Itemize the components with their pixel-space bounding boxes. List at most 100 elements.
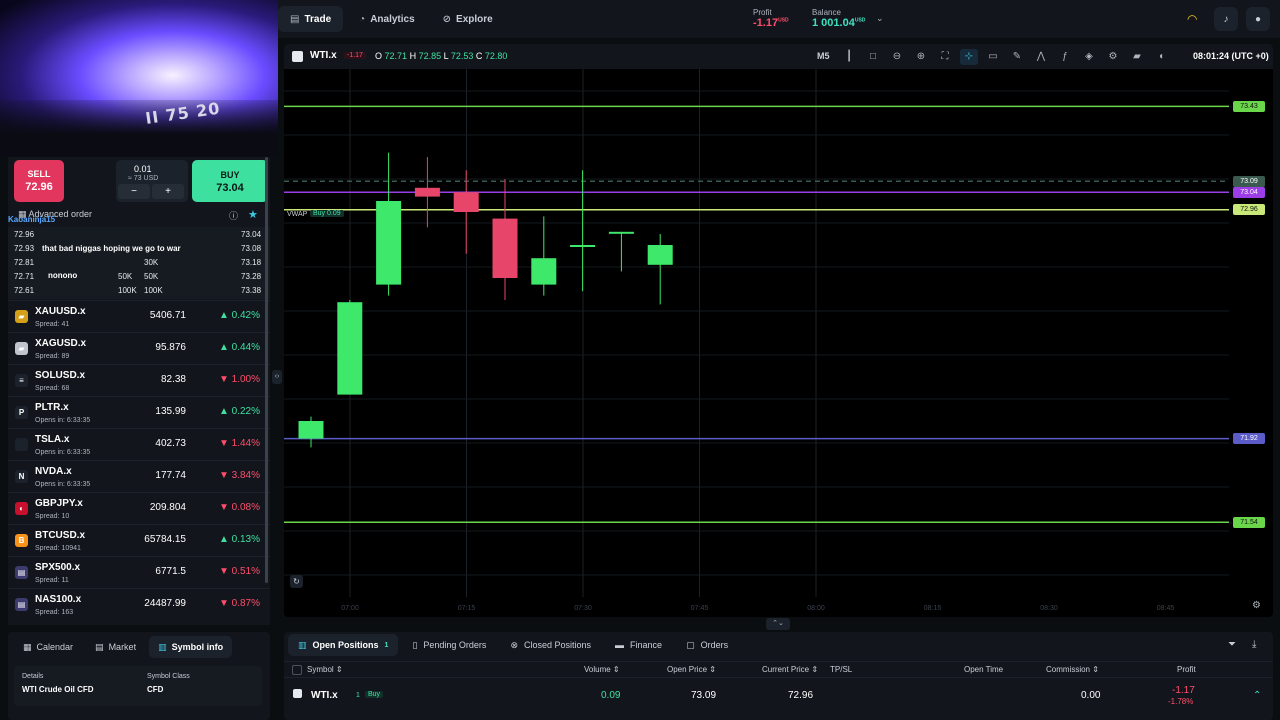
us-flag-icon: ▤ <box>15 598 28 611</box>
toggle-icon[interactable]: ◖ <box>1152 49 1170 65</box>
vwap-label: VWAP <box>287 211 308 218</box>
symbol-change: ▲ 0.13% <box>218 534 260 545</box>
tab-analytics[interactable]: ◔ Analytics <box>347 6 427 32</box>
tab-finance[interactable]: ▬ Finance <box>605 634 672 656</box>
lot-size-stepper[interactable]: 0.01 ≈ 73 USD − + <box>116 160 188 202</box>
function-icon[interactable]: ƒ <box>1056 49 1074 65</box>
indicator-icon[interactable]: ⋀ <box>1032 49 1050 65</box>
chart-tools: ┃ □ ⊖ ⊕ ⛶ ⊹ ▭ ✎ ⋀ ƒ ◈ ⚙ ▰ ◖ <box>840 49 1170 65</box>
lot-decrease-button[interactable]: − <box>118 184 150 199</box>
position-line-label[interactable]: Buy 0.09 <box>310 210 344 217</box>
watchlist-item[interactable]: B BTCUSD.x Spread: 10941 65784.15 ▲ 0.13% <box>8 524 270 556</box>
tab-trade[interactable]: ▤ Trade <box>278 6 344 32</box>
watchlist-item[interactable]: P PLTR.x Opens in: 6:33:35 135.99 ▲ 0.22% <box>8 396 270 428</box>
watchlist-item[interactable]: ▤ SPX500.x Spread: 11 6771.5 ▼ 0.51% <box>8 556 270 588</box>
tab-orders[interactable]: ▢ Orders <box>676 634 738 656</box>
col-commission[interactable]: Commission ⇕ <box>1046 665 1099 674</box>
details-value: WTI Crude Oil CFD <box>22 685 94 694</box>
x-axis-label: 07:00 <box>341 605 359 612</box>
watchlist-scrollbar[interactable] <box>265 157 268 583</box>
star-icon[interactable]: ★ <box>248 208 258 221</box>
profit-label: Profit <box>753 8 772 17</box>
market-icon: ▤ <box>95 641 104 652</box>
tab-market[interactable]: ▤ Market <box>86 636 145 658</box>
symbol-name: XAUUSD.x <box>35 306 86 317</box>
filter-icon[interactable]: ⏷ <box>1228 639 1236 650</box>
x-axis-label: 07:45 <box>691 605 709 612</box>
watchlist-item[interactable]: ▰ XAGUSD.x Spread: 89 95.876 ▲ 0.44% <box>8 332 270 364</box>
info-icon[interactable]: ⓘ <box>229 209 238 222</box>
fullscreen-icon[interactable]: ⛶ <box>936 49 954 65</box>
balance-summary[interactable]: Balance 1 001.04USD <box>812 8 865 29</box>
tab-calendar[interactable]: ▦ Calendar <box>14 636 82 658</box>
watchlist-item[interactable]: TSLA.x Opens in: 6:33:35 402.73 ▼ 1.44% <box>8 428 270 460</box>
sell-price: 72.96 <box>25 181 53 193</box>
closed-icon: ⊗ <box>510 639 518 650</box>
zoom-in-icon[interactable]: ⊕ <box>912 49 930 65</box>
download-icon[interactable]: ⤓ <box>1252 639 1256 650</box>
price-level-tag: 72.96 <box>1233 204 1265 216</box>
panel-collapse-handle[interactable]: ‹› <box>272 370 282 384</box>
chart-grid <box>284 69 1229 597</box>
bell-icon: ♪ <box>1223 13 1229 25</box>
crosshair-icon[interactable]: ⊹ <box>960 49 978 65</box>
timeframe-selector[interactable]: M5 <box>817 51 830 61</box>
col-open-price[interactable]: Open Price ⇕ <box>667 665 716 674</box>
chart-expand-handle[interactable]: ⌃⌄ <box>766 618 790 630</box>
pencil-icon[interactable]: ✎ <box>1008 49 1026 65</box>
tab-explore[interactable]: ⊘ Explore <box>431 6 505 32</box>
price-level-tag: 71.92 <box>1233 433 1265 445</box>
us-flag-icon: ▤ <box>15 566 28 579</box>
price-level-tag: 73.09 <box>1233 175 1265 187</box>
expand-row-icon[interactable]: ⌃ <box>1253 690 1261 701</box>
watchlist-item[interactable]: ▰ XAUUSD.x Spread: 41 5406.71 ▲ 0.42% <box>8 300 270 332</box>
lot-increase-button[interactable]: + <box>152 184 184 199</box>
finance-icon: ▬ <box>615 640 625 650</box>
tradingview-icon[interactable]: ▰ <box>1128 49 1146 65</box>
tab-closed-positions[interactable]: ⊗ Closed Positions <box>500 634 601 656</box>
col-current-price[interactable]: Current Price ⇕ <box>762 665 818 674</box>
symbol-change: ▲ 0.42% <box>218 310 260 321</box>
chevron-down-icon[interactable]: ⌄ <box>876 13 884 24</box>
symbol-change: ▲ 0.44% <box>218 342 260 353</box>
symbol-subtext: Spread: 10 <box>35 513 70 520</box>
reset-chart-icon[interactable]: ↻ <box>290 575 303 588</box>
buy-button[interactable]: BUY 73.04 <box>192 160 268 202</box>
tab-symbol-info[interactable]: ▥ Symbol info <box>149 636 233 658</box>
ruler-icon[interactable]: ▭ <box>984 49 1002 65</box>
watchlist-item[interactable]: ▤ NAS100.x Spread: 163 24487.99 ▼ 0.87% <box>8 588 270 620</box>
settings-icon[interactable]: ⚙ <box>1104 49 1122 65</box>
chart-symbol[interactable]: WTI.x <box>310 50 337 61</box>
col-volume[interactable]: Volume ⇕ <box>584 665 620 674</box>
price-chart[interactable]: 07:00 07:15 07:30 07:45 08:00 08:15 08:30 08:45 <box>284 69 1273 617</box>
tab-open-positions[interactable]: ▥ Open Positions 1 <box>288 634 399 656</box>
layers-icon[interactable]: ◈ <box>1080 49 1098 65</box>
position-row[interactable]: WTI.x 1 Buy 0.09 73.09 72.96 0.00 -1.17 … <box>284 680 1273 710</box>
notifications-button[interactable]: ♪ <box>1214 7 1238 31</box>
balance-value: 1 001.04 <box>812 17 855 29</box>
x-axis-label: 07:15 <box>458 605 476 612</box>
x-axis-label: 08:00 <box>807 605 825 612</box>
select-all-checkbox[interactable] <box>292 665 302 675</box>
zoom-out-icon[interactable]: ⊖ <box>888 49 906 65</box>
chat-message: that bad niggas hoping we go to war <box>42 244 181 253</box>
quick-trade: SELL 72.96 0.01 ≈ 73 USD − + BUY 73.04 <box>14 160 268 202</box>
sell-button[interactable]: SELL 72.96 <box>14 160 64 202</box>
symbol-name: SOLUSD.x <box>35 370 86 381</box>
symbol-logo-icon <box>293 689 302 698</box>
watchlist-item[interactable]: N NVDA.x Opens in: 6:33:35 177.74 ▼ 3.84% <box>8 460 270 492</box>
account-button[interactable]: ● <box>1246 7 1270 31</box>
price-level-tag: 73.43 <box>1233 100 1265 112</box>
rectangle-icon[interactable]: □ <box>864 49 882 65</box>
chart-settings-icon[interactable]: ⚙ <box>1252 600 1261 611</box>
symbol-name: PLTR.x <box>35 402 69 413</box>
order-book-row: 72.96 73.04 <box>14 230 262 239</box>
candle-body <box>492 218 518 278</box>
candles-icon[interactable]: ┃ <box>840 49 858 65</box>
watchlist-item[interactable]: ≡ SOLUSD.x Spread: 68 82.38 ▼ 1.00% <box>8 364 270 396</box>
analytics-icon: ◔ <box>359 13 366 25</box>
tab-pending-orders[interactable]: ▯ Pending Orders <box>402 634 496 656</box>
col-symbol[interactable]: Symbol ⇕ <box>307 665 343 674</box>
watchlist-item[interactable]: ◐ GBPJPY.x Spread: 10 209.804 ▼ 0.08% <box>8 492 270 524</box>
arrow-down-icon: ▼ <box>218 470 229 481</box>
